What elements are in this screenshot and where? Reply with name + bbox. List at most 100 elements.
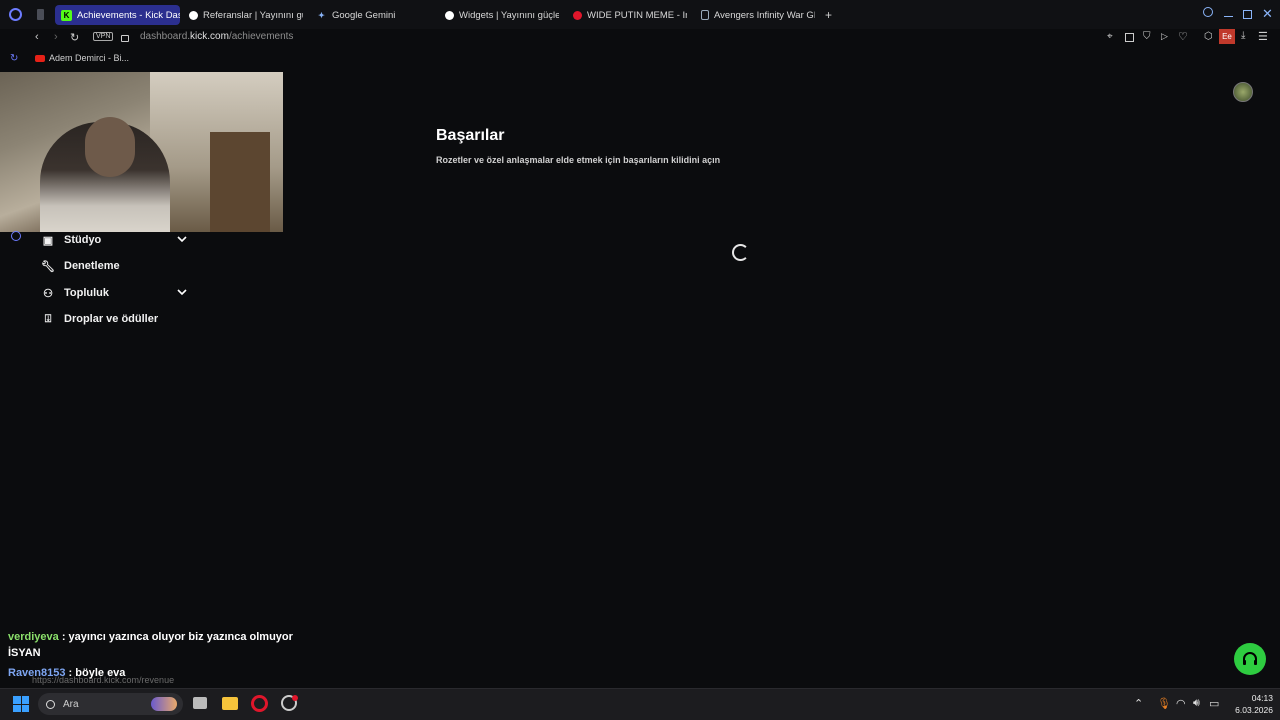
tab-wide-putin[interactable]: WIDE PUTIN MEME - Insta [567,5,687,25]
settings-icon[interactable] [11,231,21,241]
lock-icon[interactable] [121,35,129,42]
help-button[interactable] [1234,643,1266,675]
sidebar-item-community[interactable]: ⚇ Topluluk [42,283,109,303]
tab-label: Google Gemini [332,9,396,21]
chat-separator: : [65,667,76,679]
sidebar-item-label: Denetleme [64,260,120,272]
bookmark-label: Adem Demirci - Bi... [49,53,130,63]
sidebar-item-label: Stüdyo [64,234,102,246]
back-icon[interactable]: ‹ [35,31,39,43]
url-path: /achievements [228,31,294,42]
opera-icon [573,10,582,20]
chevron-down-icon[interactable] [176,286,188,298]
chat-text: İSYAN [8,647,41,659]
webcam-head [85,117,135,177]
community-icon: ⚇ [43,287,53,300]
search-placeholder: Ara [63,698,79,710]
search-icon [46,699,55,709]
opera-taskbar-icon[interactable] [251,695,268,712]
restore-icon[interactable] [1243,10,1252,19]
download-icon[interactable]: ⤓ [1241,30,1245,41]
chat-separator: : [58,631,69,643]
kick-icon: K [61,9,72,21]
sidebar-item-label: Droplar ve ödüller [64,313,159,325]
menu-icon[interactable]: ☰ [1258,30,1268,43]
clock-time: 04:13 [1251,693,1273,703]
tab-label: Referanslar | Yayınını güç [203,9,303,21]
tab-gemini[interactable]: ✦ Google Gemini [310,5,430,25]
vpn-badge[interactable]: VPN [93,32,114,41]
sidebar-item-moderation[interactable]: 🔧︎ Denetleme [41,256,120,276]
search-tabs-icon[interactable] [1203,7,1213,17]
url-prefix: dashboard. [140,31,191,42]
webcam-door [210,132,270,232]
chat-text: yayıncı yazınca oluyor biz yazınca olmuy… [68,631,293,643]
forward-icon[interactable]: › [54,31,58,43]
reload-indicator-icon: ↻ [10,53,19,64]
tab-label: Achievements - Kick Dash [77,9,180,21]
page-subtitle: Rozetler ve özel anlaşmalar elde etmek i… [436,155,721,165]
browser-tab-bar: K Achievements - Kick Dash Referanslar |… [0,0,1280,29]
tab-label: WIDE PUTIN MEME - Insta [587,9,687,21]
profile-badge[interactable]: Ee [1219,29,1235,44]
shield-icon[interactable]: ⛉ [1143,31,1151,42]
pin-icon[interactable]: ⌖ [1107,31,1113,42]
snapshot-icon[interactable] [1125,33,1134,42]
tab-label: Widgets | Yayınını güçlend [459,9,559,21]
loading-spinner [732,244,749,261]
tab-achievements[interactable]: K Achievements - Kick Dash [55,5,180,25]
clock-date: 6.03.2026 [1235,705,1273,715]
extensions-icon[interactable]: ⬡ [1204,31,1213,42]
url-field[interactable]: dashboard.kick.com/achievements [140,31,293,42]
wifi-icon[interactable]: ◠ [1176,697,1186,710]
wrench-icon: 🔧︎ [41,260,55,273]
bookmark-item[interactable]: Adem Demirci - Bi... [35,53,129,63]
chat-message: Raven8153 : böyle eva [8,667,125,679]
play-icon[interactable]: ▷ [1161,31,1168,42]
heart-icon[interactable]: ♡ [1178,30,1188,43]
sidebar-item-studio[interactable]: ▣ Stüdyo [42,230,101,250]
file-explorer-icon[interactable] [222,697,238,710]
chat-username: verdiyeva [8,631,59,643]
gemini-icon: ✦ [318,10,325,20]
search-highlight-icon [151,697,177,711]
page-title: Başarılar [436,127,505,144]
system-clock[interactable]: 04:13 6.03.2026 [1225,692,1273,716]
reload-icon[interactable]: ↻ [70,31,79,44]
microphone-icon[interactable]: 🎙︎ [1157,697,1171,710]
taskbar-search[interactable]: Ara [38,693,183,715]
sidebar-toggle-icon[interactable] [37,9,44,20]
bookmarks-bar: ↻ Adem Demirci - Bi... [0,49,1280,69]
sidebar-item-drops[interactable]: ⍗ Droplar ve ödüller [42,309,158,329]
chat-username: Raven8153 [8,667,66,679]
sidebar-item-label: Topluluk [64,287,110,299]
chat-message: verdiyeva : yayıncı yazınca oluyor biz y… [8,629,298,661]
youtube-icon [35,54,45,62]
streamelements-icon [189,10,198,20]
studio-icon: ▣ [42,234,54,247]
volume-icon[interactable]: 🔊︎ [1193,697,1200,710]
windows-start-icon[interactable] [13,696,29,712]
minimize-icon[interactable] [1224,16,1233,17]
chat-text: böyle eva [75,667,126,679]
streamelements-icon [445,10,454,20]
gift-icon: ⍗ [44,312,52,325]
opera-logo-icon[interactable] [9,8,22,21]
notification-dot [292,695,298,701]
tab-referanslar[interactable]: Referanslar | Yayınını güç [183,5,303,25]
tab-widgets[interactable]: Widgets | Yayınını güçlend [439,5,559,25]
chevron-up-icon[interactable]: ⌃ [1134,697,1143,710]
chevron-down-icon[interactable] [176,233,188,245]
url-domain: kick.com [190,31,229,42]
task-view-icon[interactable] [193,697,207,709]
new-tab-button[interactable]: + [825,8,832,22]
tab-label: Avengers Infinity War GIF [714,9,815,21]
taskbar [0,688,1280,720]
headset-icon [1243,652,1257,665]
avatar[interactable] [1233,82,1253,102]
close-icon[interactable]: ✕ [1262,6,1273,22]
webcam-overlay [0,72,283,232]
doc-icon [701,10,709,20]
battery-icon[interactable]: ▭ [1209,697,1219,710]
tab-avengers[interactable]: Avengers Infinity War GIF [695,5,815,25]
